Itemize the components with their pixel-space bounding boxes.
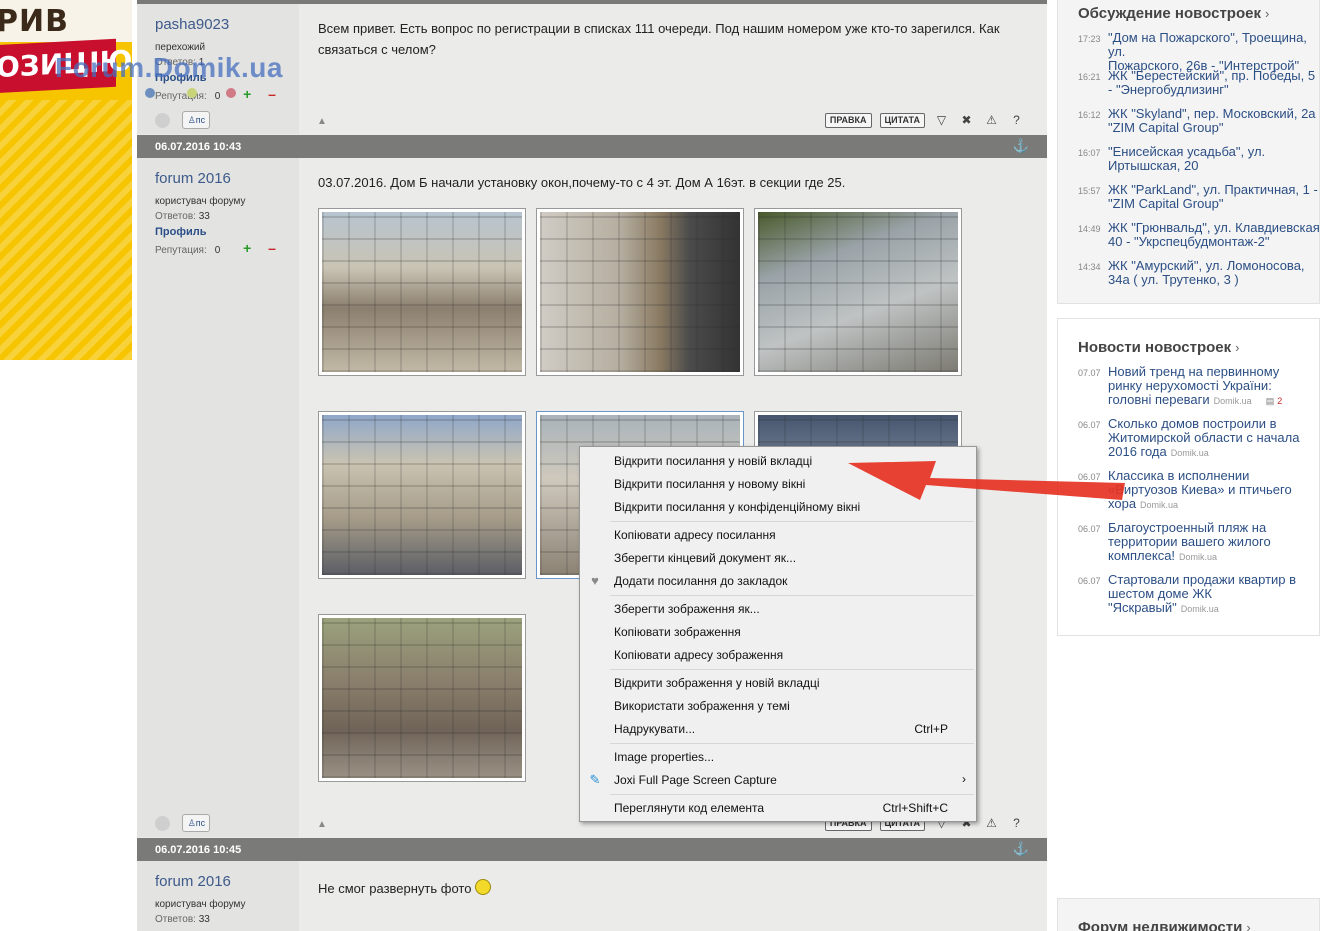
user-actions: ♙пс [155,814,211,834]
scroll-up-icon[interactable]: ▲ [317,819,327,830]
warning-icon[interactable]: ⚠ [983,815,1000,832]
menu-item-inspect-element[interactable]: Переглянути код елемента Ctrl+Shift+C [580,797,976,819]
smiley-icon [475,879,492,895]
help-icon[interactable]: ? [1008,112,1025,129]
photo-thumbnail-1[interactable] [318,208,526,376]
report-icon[interactable]: ▽ [933,112,950,129]
post-author[interactable]: pasha9023 [155,16,229,33]
permalink-icon[interactable]: ⚓ [1013,138,1029,154]
news-title[interactable]: Новости новостроек › [1078,339,1239,356]
scroll-up-icon[interactable]: ▲ [317,116,327,127]
menu-item-open-link-private-window[interactable]: Відкрити посилання у конфіденційному вік… [580,496,976,518]
post-2-user-panel [137,158,299,837]
banner-pattern [0,100,132,360]
status-icon [155,112,170,128]
delete-icon[interactable]: ✖ [958,112,975,129]
user-answers: Ответов: 33 [155,211,210,222]
submenu-arrow-icon: › [962,772,966,786]
menu-separator [610,743,974,744]
forum-block: Форум недвижимости › [1057,898,1320,931]
post-text: Не смог развернуть фото [318,878,1028,899]
menu-item-save-link-as[interactable]: Зберегти кінцевий документ як... [580,547,976,569]
menu-separator [610,595,974,596]
post-text: 03.07.2016. Дом Б начали установку окон,… [318,175,846,190]
heart-icon: ♥ [591,573,599,588]
user-reputation: Репутация: 0 + – [155,86,276,102]
status-icon [155,815,170,831]
menu-item-open-link-new-window[interactable]: Відкрити посилання у новому вікні [580,473,976,495]
discussion-block: Обсуждение новостроек › 17:23 "Дом на Пожа… [1057,0,1320,304]
chevron-right-icon: › [1246,920,1251,931]
menu-separator [610,794,974,795]
post-3-header: 06.07.2016 10:45 ⚓ [137,838,1047,861]
warning-icon[interactable]: ⚠ [983,112,1000,129]
menu-item-save-image-as[interactable]: Зберегти зображення як... [580,598,976,620]
menu-item-joxi-capture[interactable]: ✎ Joxi Full Page Screen Capture › [580,769,976,791]
banner-top-strip: РИВ [0,0,132,42]
comment-icon: ▤ [1265,396,1275,406]
menu-item-copy-image-address[interactable]: Копіювати адресу зображення [580,644,976,666]
user-role: користувач форуму [155,196,246,207]
context-menu: Відкрити посилання у новій вкладці Відкр… [579,446,977,822]
rep-minus-button[interactable]: – [268,240,276,256]
rep-plus-button[interactable]: + [243,240,251,256]
rep-plus-button[interactable]: + [243,86,251,102]
post-author[interactable]: forum 2016 [155,873,231,890]
photo-thumbnail-7[interactable] [318,614,526,782]
permalink-icon[interactable]: ⚓ [1013,841,1029,857]
user-role: користувач форуму [155,899,246,910]
private-message-button[interactable]: ♙пс [182,814,211,832]
user-answers: Ответов: 33 [155,914,210,925]
user-actions: ♙пс [155,111,211,131]
menu-separator [610,521,974,522]
menu-item-copy-image[interactable]: Копіювати зображення [580,621,976,643]
photo-thumbnail-3[interactable] [754,208,962,376]
menu-item-open-image-new-tab[interactable]: Відкрити зображення у новій вкладці [580,672,976,694]
rep-minus-button[interactable]: – [268,86,276,102]
dot-decoration [145,88,155,98]
profile-link[interactable]: Профиль [155,226,206,238]
discussion-title[interactable]: Обсуждение новостроек › [1078,5,1269,22]
help-icon[interactable]: ? [1008,815,1025,832]
photo-thumbnail-2[interactable] [536,208,744,376]
joxi-icon: ✎ [589,772,601,787]
menu-separator [610,669,974,670]
post-author[interactable]: forum 2016 [155,170,231,187]
news-block: Новости новостроек › 07.07 Новий тренд на … [1057,318,1320,636]
menu-item-use-image-in-theme[interactable]: Використати зображення у темі [580,695,976,717]
banner-text-1: РИВ [0,4,69,39]
post-2-header: 06.07.2016 10:43 ⚓ [137,135,1047,158]
menu-item-image-properties[interactable]: Image properties... [580,746,976,768]
chevron-right-icon: › [1235,340,1240,355]
post-date: 06.07.2016 10:43 [155,141,242,153]
chevron-right-icon: › [1264,6,1270,21]
dot-decoration [226,88,236,98]
dot-decoration [187,88,197,98]
edit-button[interactable]: ПРАВКА [824,112,872,128]
private-message-button[interactable]: ♙пс [182,111,211,129]
post-text: Всем привет. Есть вопрос по регистрации … [318,21,1000,57]
photo-thumbnail-4[interactable] [318,411,526,579]
user-reputation: Репутация: 0 + – [155,240,276,256]
site-watermark: Forum.Domik.ua [55,52,283,83]
post-date: 06.07.2016 10:45 [155,844,242,856]
quote-button[interactable]: ЦИТАТА [879,112,925,128]
menu-item-open-link-new-tab[interactable]: Відкрити посилання у новій вкладці [580,450,976,472]
post-toolbar: ПРАВКА ЦИТАТА ▽ ✖ ⚠ ? [824,111,1025,129]
menu-item-print[interactable]: Надрукувати... Ctrl+P [580,718,976,740]
menu-item-copy-link[interactable]: Копіювати адресу посилання [580,524,976,546]
menu-item-bookmark-link[interactable]: ♥ Додати посилання до закладок [580,570,976,592]
forum-title[interactable]: Форум недвижимости › [1078,919,1251,931]
